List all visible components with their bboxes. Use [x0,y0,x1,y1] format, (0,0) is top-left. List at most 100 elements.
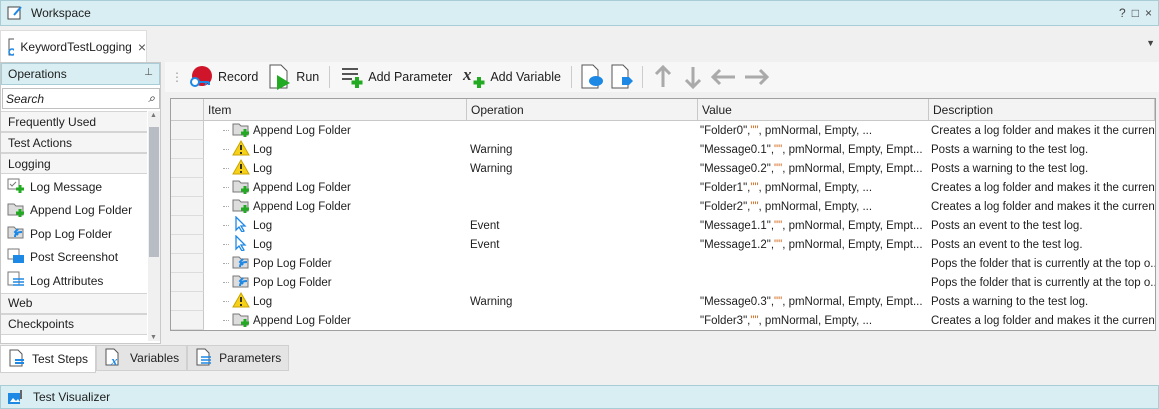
category-checkpoints[interactable]: Checkpoints [1,313,147,335]
category-frequently-used[interactable]: Frequently Used [1,111,147,132]
operation-cell [470,121,698,140]
pin-icon[interactable]: ⊥ [144,67,153,78]
svg-text:x: x [110,353,118,366]
warning-icon [232,159,250,178]
table-row[interactable]: Log Event "Message1.1", "", pmNormal, Em… [171,216,1155,235]
search-input[interactable]: Search ⌕ [2,88,160,109]
value-cell: "Folder3", "", pmNormal, Empty, ... [700,314,873,327]
record-button[interactable]: Record [185,65,261,89]
help-button[interactable]: ? [1119,6,1126,20]
table-row[interactable]: Append Log Folder "Folder0", "", pmNorma… [171,121,1155,140]
row-header[interactable] [171,140,204,159]
operation-item[interactable]: Append Log Folder [1,198,147,222]
append-folder-icon [232,178,250,197]
scrollbar[interactable]: ▲ ▼ [148,111,160,341]
table-row[interactable]: Append Log Folder "Folder1", "", pmNorma… [171,178,1155,197]
category-web[interactable]: Web [1,292,147,314]
keyword-test-icon [8,38,15,56]
add-label-icon[interactable] [609,64,635,90]
document-tabstrip: KeywordTestLogging × ▼ [0,26,1159,62]
value-cell: "Folder2", "", pmNormal, Empty, ... [700,200,873,213]
row-header[interactable] [171,178,204,197]
log-message-icon [7,177,25,196]
close-button[interactable]: × [1145,6,1152,20]
column-header-description[interactable]: Description [929,99,1155,121]
operation-cell: Warning [470,143,513,156]
row-header[interactable] [171,216,204,235]
tab-label: KeywordTestLogging [20,39,132,54]
append-folder-icon [232,197,250,216]
move-left-icon[interactable] [710,64,738,90]
table-row[interactable]: Log Warning "Message0.1", "", pmNormal, … [171,140,1155,159]
tab-test-steps[interactable]: Test Steps [0,345,97,373]
move-down-icon[interactable] [680,64,706,90]
chevron-down-icon[interactable]: ▼ [1146,38,1155,48]
description-cell: Posts a warning to the test log. [931,143,1089,156]
event-icon [232,235,250,254]
table-row[interactable]: Append Log Folder "Folder2", "", pmNorma… [171,197,1155,216]
row-header[interactable] [171,197,204,216]
add-comment-icon[interactable] [579,64,605,90]
tab-variables[interactable]: x Variables [96,345,188,371]
row-header[interactable] [171,235,204,254]
attributes-icon [7,271,25,290]
move-right-icon[interactable] [742,64,770,90]
item-cell: Log [253,295,273,308]
column-header-operation[interactable]: Operation [467,99,698,121]
table-row[interactable]: Append Log Folder "Folder3", "", pmNorma… [171,311,1155,330]
workspace-icon [7,6,22,20]
operation-item[interactable]: Pop Log Folder [1,222,147,245]
record-label: Record [218,70,259,84]
item-cell: Log [253,219,273,232]
move-up-icon[interactable] [650,64,676,90]
tab-close-icon[interactable]: × [138,39,146,55]
workspace-title: Workspace [31,6,91,20]
value-cell: "Message1.2", "", pmNormal, Empty, Empt.… [700,238,923,251]
operation-cell [470,254,698,273]
description-cell: Posts a warning to the test log. [931,295,1089,308]
row-header[interactable] [171,254,204,273]
run-button[interactable]: Run [265,64,322,90]
category-test-actions[interactable]: Test Actions [1,132,147,153]
description-cell: Pops the folder that is currently at the… [931,276,1155,289]
pop-folder-icon [232,273,250,292]
item-cell: Append Log Folder [253,200,351,213]
table-row[interactable]: Log Event "Message1.2", "", pmNormal, Em… [171,235,1155,254]
bottom-tabs: Test Steps x Variables Parameters [0,345,290,373]
add-parameter-button[interactable]: Add Parameter [337,65,455,89]
search-icon[interactable]: ⌕ [148,91,155,106]
row-header[interactable] [171,311,204,330]
value-cell: "Message1.1", "", pmNormal, Empty, Empt.… [700,219,923,232]
item-cell: Pop Log Folder [253,276,332,289]
operation-item[interactable]: Log Attributes [1,269,147,292]
table-row[interactable]: Pop Log Folder Pops the folder that is c… [171,273,1155,292]
scrollbar-thumb[interactable] [149,127,159,257]
row-header[interactable] [171,292,204,311]
value-cell: "Message0.2", "", pmNormal, Empty, Empt.… [700,162,923,175]
table-row[interactable]: Pop Log Folder Pops the folder that is c… [171,254,1155,273]
add-variable-button[interactable]: x Add Variable [459,65,564,89]
column-header-item[interactable]: Item [204,99,467,121]
test-visualizer-bar[interactable]: Test Visualizer [0,385,1159,409]
tab-keyword-test[interactable]: KeywordTestLogging × [0,30,147,62]
operation-item[interactable]: Log Message [1,175,147,198]
value-cell [700,273,928,292]
operations-panel: Operations ⊥ Search ⌕ Frequently Used Tes… [0,62,161,344]
run-icon [269,64,291,90]
row-header[interactable] [171,159,204,178]
search-placeholder: Search [6,91,45,106]
tab-parameters[interactable]: Parameters [187,345,290,371]
add-variable-icon: x [462,65,485,88]
table-row[interactable]: Log Warning "Message0.2", "", pmNormal, … [171,159,1155,178]
row-header[interactable] [171,121,204,140]
table-row[interactable]: Log Warning "Message0.3", "", pmNormal, … [171,292,1155,311]
category-logging[interactable]: Logging [1,153,147,174]
description-cell: Pops the folder that is currently at the… [931,257,1155,270]
value-cell: "Folder0", "", pmNormal, Empty, ... [700,124,873,137]
column-header-value[interactable]: Value [698,99,929,121]
operation-item[interactable]: Post Screenshot [1,245,147,269]
maximize-button[interactable]: □ [1132,6,1139,20]
row-header[interactable] [171,273,204,292]
warning-icon [232,140,250,159]
description-cell: Posts a warning to the test log. [931,162,1089,175]
